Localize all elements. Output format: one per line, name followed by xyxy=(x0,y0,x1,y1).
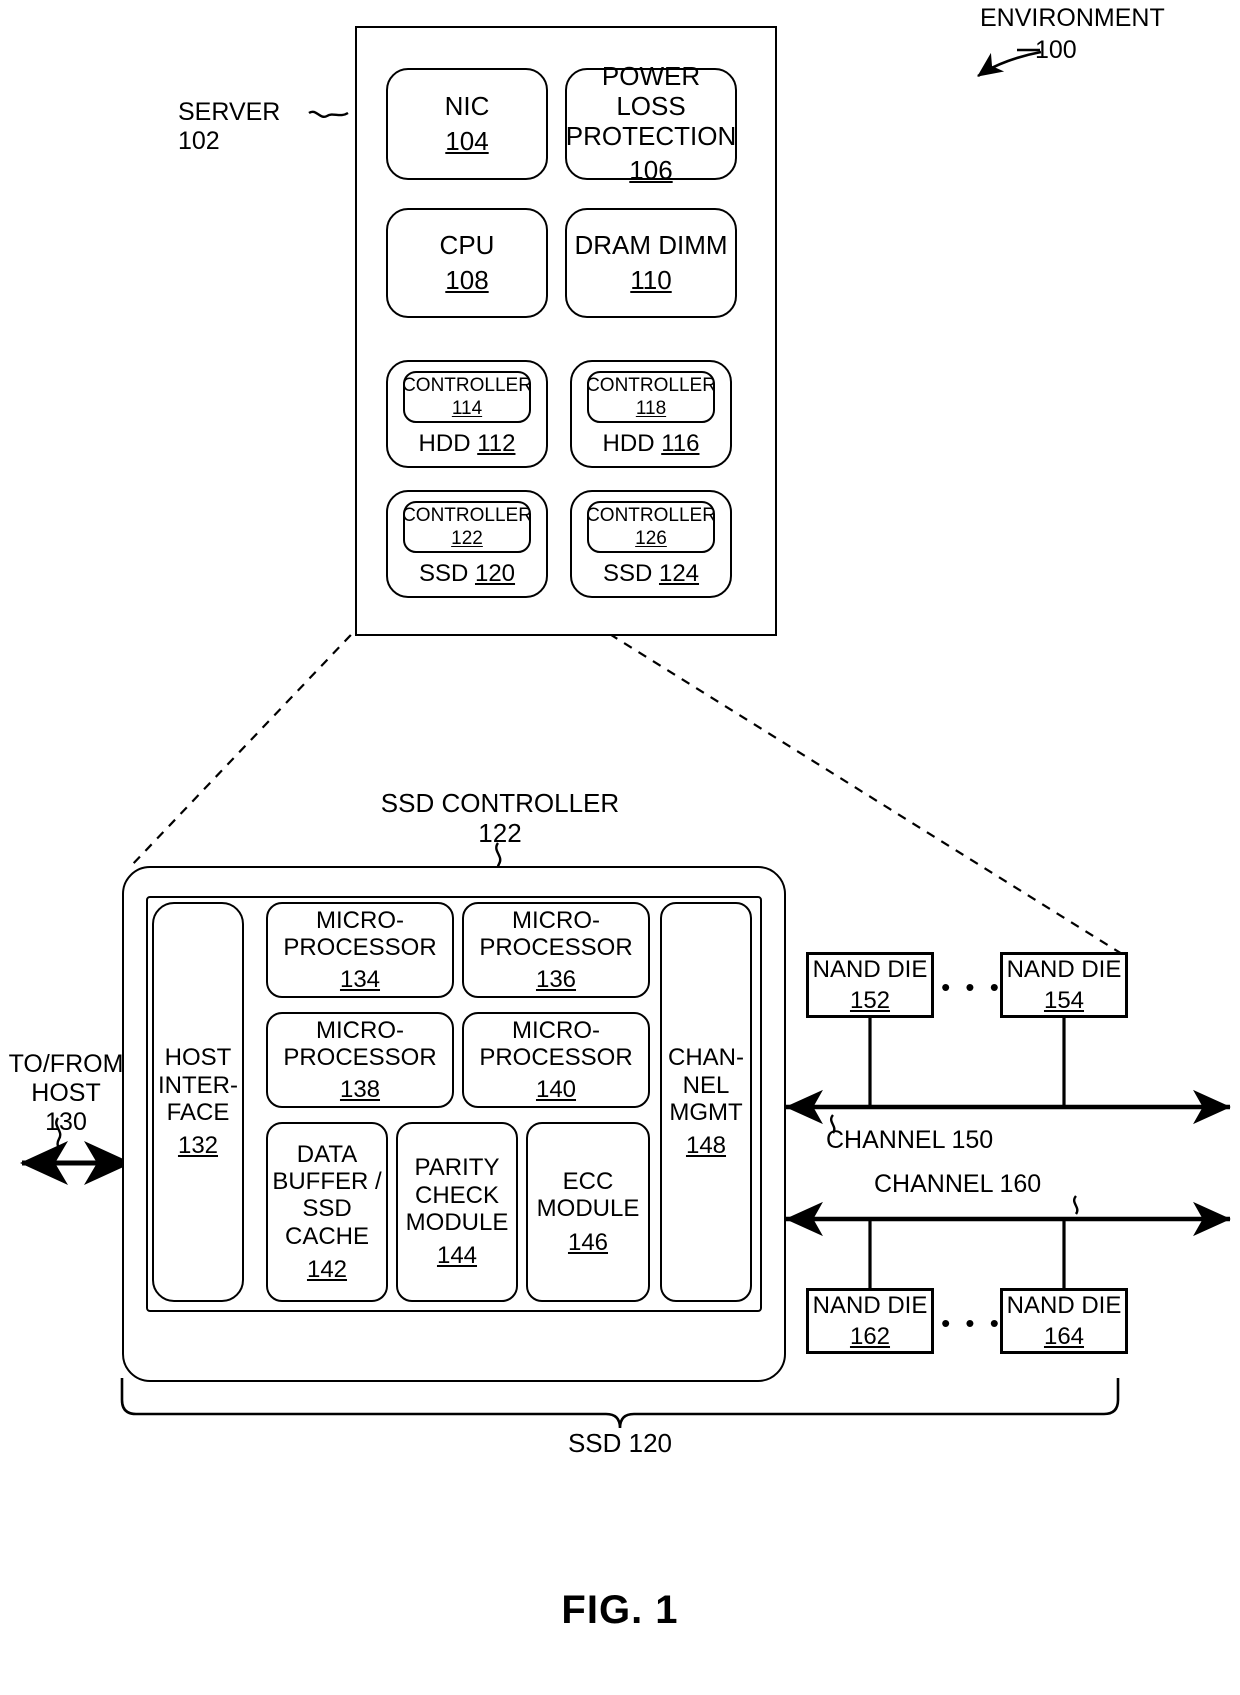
module-microprocessor-138-number: 138 xyxy=(339,1075,381,1103)
drive-hdd-116: CONTROLLER 118 HDD 116 xyxy=(570,360,732,468)
drive-hdd-112: CONTROLLER 114 HDD 112 xyxy=(386,360,548,468)
component-dram-dimm-number: 110 xyxy=(630,264,672,295)
drive-hdd-112-controller-label: CONTROLLER xyxy=(402,374,532,396)
module-ecc: ECC MODULE 146 xyxy=(526,1122,650,1302)
component-cpu-name: CPU xyxy=(439,229,495,260)
drive-ssd-124: CONTROLLER 126 SSD 124 xyxy=(570,490,732,598)
module-channel-mgmt-number: 148 xyxy=(685,1132,727,1160)
component-power-loss-protection-number: 106 xyxy=(629,155,673,186)
channel-150-label: CHANNEL 150 xyxy=(826,1126,994,1154)
module-parity-check: PARITY CHECK MODULE 144 xyxy=(396,1122,518,1302)
nand-ellipsis-150: • • • xyxy=(941,972,1003,1002)
nand-die-162-name: NAND DIE xyxy=(812,1292,928,1320)
module-microprocessor-134: MICRO- PROCESSOR 134 xyxy=(266,902,454,998)
drive-hdd-116-controller-number: 118 xyxy=(635,397,667,419)
nand-die-152: NAND DIE 152 xyxy=(806,952,934,1018)
nand-ellipsis-160: • • • xyxy=(941,1308,1003,1338)
ssd-controller-number: 122 xyxy=(478,818,522,848)
module-microprocessor-136: MICRO- PROCESSOR 136 xyxy=(462,902,650,998)
nand-die-164-name: NAND DIE xyxy=(1006,1292,1122,1320)
to-from-host-label: TO/FROM HOST xyxy=(8,1050,124,1107)
channel-150-group xyxy=(785,1017,1231,1134)
module-microprocessor-140-number: 140 xyxy=(535,1075,577,1103)
nand-die-162: NAND DIE 162 xyxy=(806,1288,934,1354)
component-cpu: CPU 108 xyxy=(386,208,548,318)
component-nic-number: 104 xyxy=(445,125,489,156)
drive-ssd-120-controller: CONTROLLER 122 xyxy=(402,501,532,553)
nand-die-154: NAND DIE 154 xyxy=(1000,952,1128,1018)
figure-page: ENVIRONMENT 100 SERVER 102 NIC 104 POWER… xyxy=(0,0,1240,1695)
ssd-controller-title: SSD CONTROLLER xyxy=(380,788,620,818)
module-microprocessor-138: MICRO- PROCESSOR 138 xyxy=(266,1012,454,1108)
module-microprocessor-136-name: MICRO- PROCESSOR xyxy=(479,906,633,962)
drive-ssd-120-controller-number: 122 xyxy=(451,527,483,549)
module-microprocessor-136-number: 136 xyxy=(535,965,577,993)
module-microprocessor-140: MICRO- PROCESSOR 140 xyxy=(462,1012,650,1108)
figure-caption: FIG. 1 xyxy=(561,1588,679,1632)
to-from-host-number: 130 xyxy=(45,1108,87,1136)
component-power-loss-protection-name: POWER LOSS PROTECTION xyxy=(565,61,737,151)
module-ecc-name: ECC MODULE xyxy=(536,1167,640,1223)
component-nic-name: NIC xyxy=(444,90,490,121)
nand-die-162-number: 162 xyxy=(849,1322,891,1350)
drive-hdd-112-controller: CONTROLLER 114 xyxy=(402,371,532,423)
server-label: SERVER 102 xyxy=(178,98,281,155)
component-power-loss-protection: POWER LOSS PROTECTION 106 xyxy=(565,61,737,185)
module-microprocessor-134-number: 134 xyxy=(339,965,381,993)
ssd-120-brace xyxy=(120,1378,1120,1429)
module-host-interface: HOST INTER- FACE 132 xyxy=(152,902,244,1302)
ssd-120-caption: SSD 120 xyxy=(567,1428,673,1458)
drive-hdd-116-caption: HDD 116 xyxy=(602,430,700,457)
channel-160-label: CHANNEL 160 xyxy=(874,1170,1042,1198)
module-ecc-number: 146 xyxy=(567,1228,609,1256)
module-data-buffer-ssd-cache: DATA BUFFER / SSD CACHE 142 xyxy=(266,1122,388,1302)
drive-hdd-116-controller-label: CONTROLLER xyxy=(586,374,716,396)
environment-label: ENVIRONMENT xyxy=(980,4,1165,32)
drive-ssd-124-controller-number: 126 xyxy=(635,527,667,549)
module-parity-check-number: 144 xyxy=(436,1242,478,1270)
module-channel-mgmt-name: CHAN- NEL MGMT xyxy=(668,1044,744,1126)
nand-die-152-number: 152 xyxy=(849,986,891,1014)
drive-hdd-112-caption: HDD 112 xyxy=(418,430,516,457)
drive-ssd-120-controller-label: CONTROLLER xyxy=(402,504,532,526)
drive-ssd-124-controller: CONTROLLER 126 xyxy=(586,501,716,553)
drive-hdd-112-controller-number: 114 xyxy=(451,397,483,419)
drive-ssd-124-caption: SSD 124 xyxy=(602,560,700,587)
component-dram-dimm: DRAM DIMM 110 xyxy=(565,208,737,318)
nand-die-164-number: 164 xyxy=(1043,1322,1085,1350)
module-host-interface-name: HOST INTER- FACE xyxy=(158,1044,238,1126)
drive-hdd-116-controller: CONTROLLER 118 xyxy=(586,371,716,423)
nand-die-152-name: NAND DIE xyxy=(812,956,928,984)
module-channel-mgmt: CHAN- NEL MGMT 148 xyxy=(660,902,752,1302)
component-dram-dimm-name: DRAM DIMM xyxy=(574,229,728,260)
module-parity-check-name: PARITY CHECK MODULE xyxy=(405,1154,509,1236)
nand-die-154-number: 154 xyxy=(1043,986,1085,1014)
module-host-interface-number: 132 xyxy=(177,1132,219,1160)
drive-ssd-124-controller-label: CONTROLLER xyxy=(586,504,716,526)
component-nic: NIC 104 xyxy=(386,68,548,180)
drive-ssd-120-caption: SSD 120 xyxy=(418,560,516,587)
environment-number: 100 xyxy=(1035,36,1077,64)
channel-160-group xyxy=(785,1195,1231,1288)
module-microprocessor-138-name: MICRO- PROCESSOR xyxy=(283,1016,437,1072)
nand-die-154-name: NAND DIE xyxy=(1006,956,1122,984)
module-microprocessor-140-name: MICRO- PROCESSOR xyxy=(479,1016,633,1072)
nand-die-164: NAND DIE 164 xyxy=(1000,1288,1128,1354)
module-data-buffer-ssd-cache-number: 142 xyxy=(306,1256,348,1284)
environment-leader xyxy=(977,48,1042,78)
component-cpu-number: 108 xyxy=(445,264,489,295)
module-data-buffer-ssd-cache-name: DATA BUFFER / SSD CACHE xyxy=(272,1140,382,1250)
drive-ssd-120: CONTROLLER 122 SSD 120 xyxy=(386,490,548,598)
module-microprocessor-134-name: MICRO- PROCESSOR xyxy=(283,906,437,962)
